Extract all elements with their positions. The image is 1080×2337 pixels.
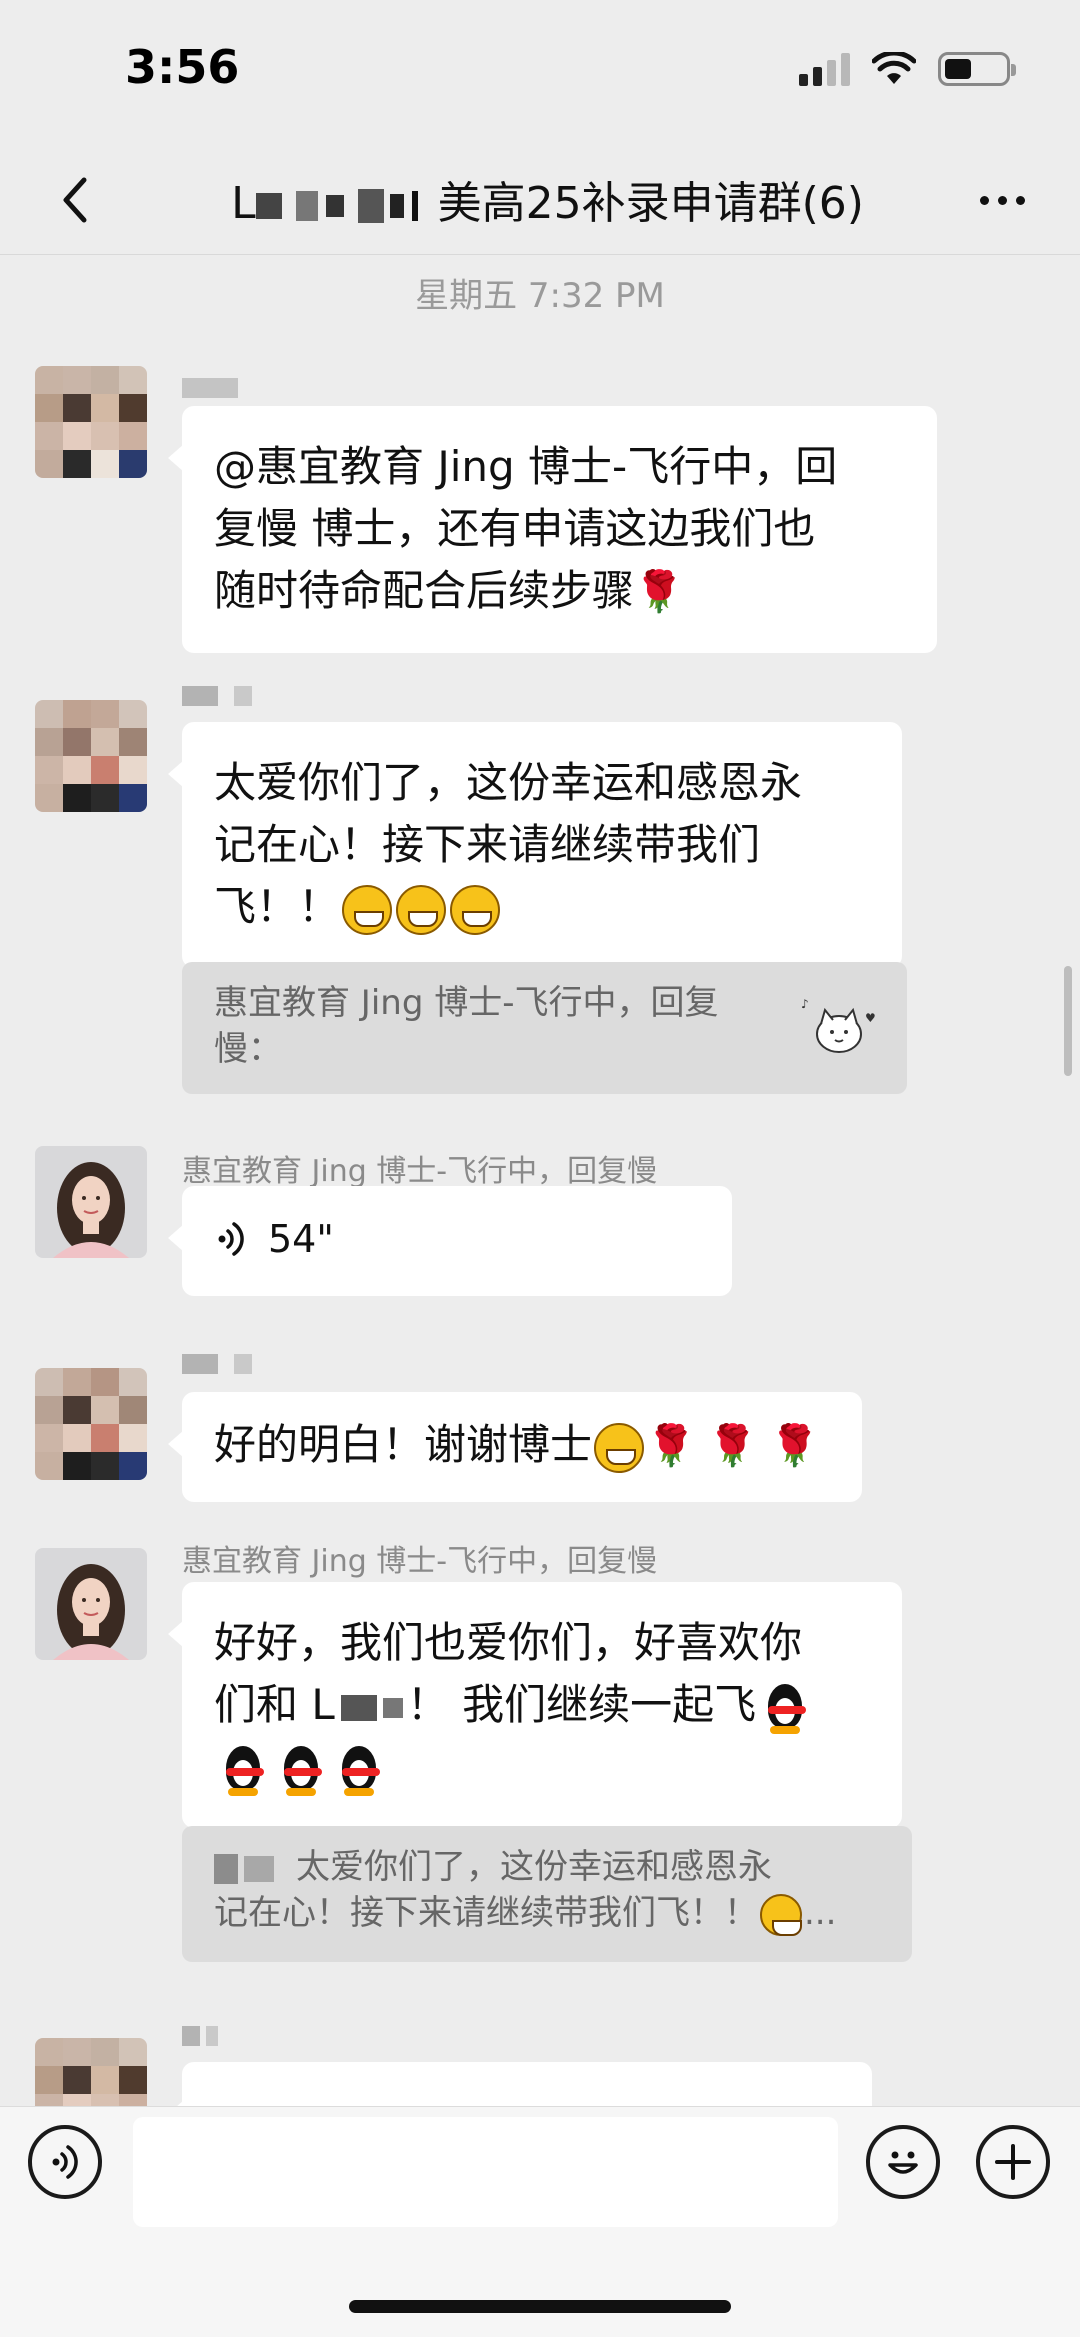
chat-title-text: 美高25补录申请群(6) xyxy=(437,178,864,229)
message-input[interactable] xyxy=(133,2117,838,2227)
penguin-emoji-icon xyxy=(760,1682,810,1734)
quote-text: 记在心！接下来请继续带我们飞！！ xyxy=(214,1893,758,1933)
voice-duration: 54" xyxy=(268,1217,334,1261)
svg-text:♪: ♪ xyxy=(801,997,809,1011)
wifi-icon xyxy=(872,52,916,84)
scrollbar[interactable] xyxy=(1064,966,1072,1076)
voice-message-bubble[interactable]: 54" xyxy=(168,1186,732,1296)
chat-title: L 美高25补录申请群(6) xyxy=(175,167,920,231)
penguin-emoji-icon xyxy=(334,1744,384,1796)
message-text: 们和 L xyxy=(214,1680,335,1729)
message-text: 太爱你们了，这份幸运和感恩永 xyxy=(214,758,803,807)
quoted-message[interactable]: 惠宜教育 Jing 博士-飞行中，回复 慢： ♪ ♥ xyxy=(182,962,907,1094)
avatar[interactable] xyxy=(35,1368,147,1480)
message-text: 好好，我们也爱你们，好喜欢你 xyxy=(214,1618,803,1667)
message-item: 好的明白！谢谢博士 🌹 🌹 🌹 xyxy=(0,1346,1080,1556)
rose-emoji-icon: 🌹 xyxy=(707,1423,758,1469)
message-text: 复慢 博士，还有申请这边我们也 xyxy=(214,504,816,553)
emoji-button[interactable] xyxy=(866,2125,940,2199)
message-bubble[interactable] xyxy=(168,2062,872,2106)
avatar[interactable] xyxy=(35,366,147,478)
more-button[interactable] xyxy=(962,175,1042,225)
smiley-face-icon xyxy=(888,2151,918,2174)
grin-emoji-icon xyxy=(594,1422,645,1473)
message-text: 飞！！ xyxy=(214,882,341,931)
voice-wave-icon xyxy=(52,2145,78,2179)
quote-text: 太爱你们了，这份幸运和感恩永 xyxy=(296,1847,772,1887)
penguin-emoji-icon xyxy=(218,1744,268,1796)
status-time: 3:56 xyxy=(125,40,240,94)
message-bubble[interactable]: 太爱你们了，这份幸运和感恩永 记在心！接下来请继续带我们 飞！！ xyxy=(168,722,902,968)
redacted-sender-name xyxy=(182,2026,218,2046)
redacted-quote-sender xyxy=(244,1855,274,1882)
battery-icon xyxy=(938,52,1016,86)
message-text: 随时待命配合后续步骤 xyxy=(214,566,635,615)
quote-text: 惠宜教育 Jing 博士-飞行中，回复 xyxy=(214,983,719,1023)
message-item: 惠宜教育 Jing 博士-飞行中，回复慢 好好，我们也爱你们，好喜欢你 们和 L… xyxy=(0,1536,1080,2036)
chat-area[interactable]: 星期五 7:32 PM @惠宜教育 Jing 博士-飞行中，回 复慢 博士，还有… xyxy=(0,256,1080,2106)
redacted-quote-sender xyxy=(214,1853,238,1884)
message-text: ！ 我们继续一起飞 xyxy=(406,1680,757,1729)
message-item: @惠宜教育 Jing 博士-飞行中，回 复慢 博士，还有申请这边我们也 随时待命… xyxy=(0,366,1080,696)
message-item xyxy=(0,2026,1080,2106)
timestamp: 星期五 7:32 PM xyxy=(415,276,665,316)
grin-emoji-icon xyxy=(342,884,393,935)
sender-name: 惠宜教育 Jing 博士-飞行中，回复慢 xyxy=(182,1154,658,1189)
svg-text:♥: ♥ xyxy=(865,1011,876,1025)
avatar[interactable] xyxy=(35,1548,147,1660)
redacted-title-prefix: L xyxy=(231,178,438,229)
penguin-emoji-icon xyxy=(276,1744,326,1796)
message-item: 太爱你们了，这份幸运和感恩永 记在心！接下来请继续带我们 飞！！ 惠宜教育 Ji… xyxy=(0,686,1080,1126)
redacted-text xyxy=(382,1697,403,1718)
more-functions-button[interactable] xyxy=(976,2125,1050,2199)
message-text: @惠宜教育 Jing 博士-飞行中，回 xyxy=(214,442,838,491)
redacted-sender-name xyxy=(182,378,238,398)
grin-emoji-icon xyxy=(760,1893,802,1936)
grin-emoji-icon xyxy=(396,884,447,935)
avatar[interactable] xyxy=(35,700,147,812)
sender-name: 惠宜教育 Jing 博士-飞行中，回复慢 xyxy=(182,1544,658,1579)
message-bubble[interactable]: 好好，我们也爱你们，好喜欢你 们和 L ！ 我们继续一起飞 xyxy=(168,1582,902,1828)
status-bar: 3:56 xyxy=(0,0,1080,145)
home-indicator xyxy=(349,2300,731,2313)
redacted-sender-name xyxy=(182,686,252,706)
input-bar xyxy=(0,2106,1080,2337)
quote-text: ... xyxy=(804,1893,837,1933)
back-button[interactable] xyxy=(40,165,110,235)
grin-emoji-icon xyxy=(450,884,501,935)
message-text: 好的明白！谢谢博士 xyxy=(214,1420,593,1469)
status-icons xyxy=(799,52,1016,86)
message-text: 记在心！接下来请继续带我们 xyxy=(214,820,761,869)
profile-photo xyxy=(35,1146,147,1258)
redacted-text xyxy=(340,1694,377,1721)
message-bubble[interactable]: 好的明白！谢谢博士 🌹 🌹 🌹 xyxy=(168,1392,862,1502)
nav-bar: L 美高25补录申请群(6) xyxy=(0,145,1080,255)
profile-photo xyxy=(35,1548,147,1660)
quoted-message[interactable]: 太爱你们了，这份幸运和感恩永 记在心！接下来请继续带我们飞！！... xyxy=(182,1826,912,1962)
rose-emoji-icon: 🌹 xyxy=(634,569,684,615)
cellular-signal-icon xyxy=(799,52,850,86)
rose-emoji-icon: 🌹 xyxy=(769,1423,820,1469)
more-dots-icon xyxy=(979,195,989,205)
voice-wave-icon xyxy=(218,1222,244,1256)
avatar[interactable] xyxy=(35,2038,147,2106)
voice-input-button[interactable] xyxy=(28,2125,102,2199)
chevron-left-icon xyxy=(63,177,87,223)
message-item: 惠宜教育 Jing 博士-飞行中，回复慢 54" xyxy=(0,1146,1080,1346)
redacted-sender-name xyxy=(182,1354,252,1374)
plus-icon xyxy=(995,2144,1031,2180)
rose-emoji-icon: 🌹 xyxy=(646,1423,696,1469)
quote-text: 慢： xyxy=(214,1029,282,1069)
message-bubble[interactable]: @惠宜教育 Jing 博士-飞行中，回 复慢 博士，还有申请这边我们也 随时待命… xyxy=(168,406,937,653)
avatar[interactable] xyxy=(35,1146,147,1258)
cat-sticker-icon: ♪ ♥ xyxy=(801,997,876,1053)
